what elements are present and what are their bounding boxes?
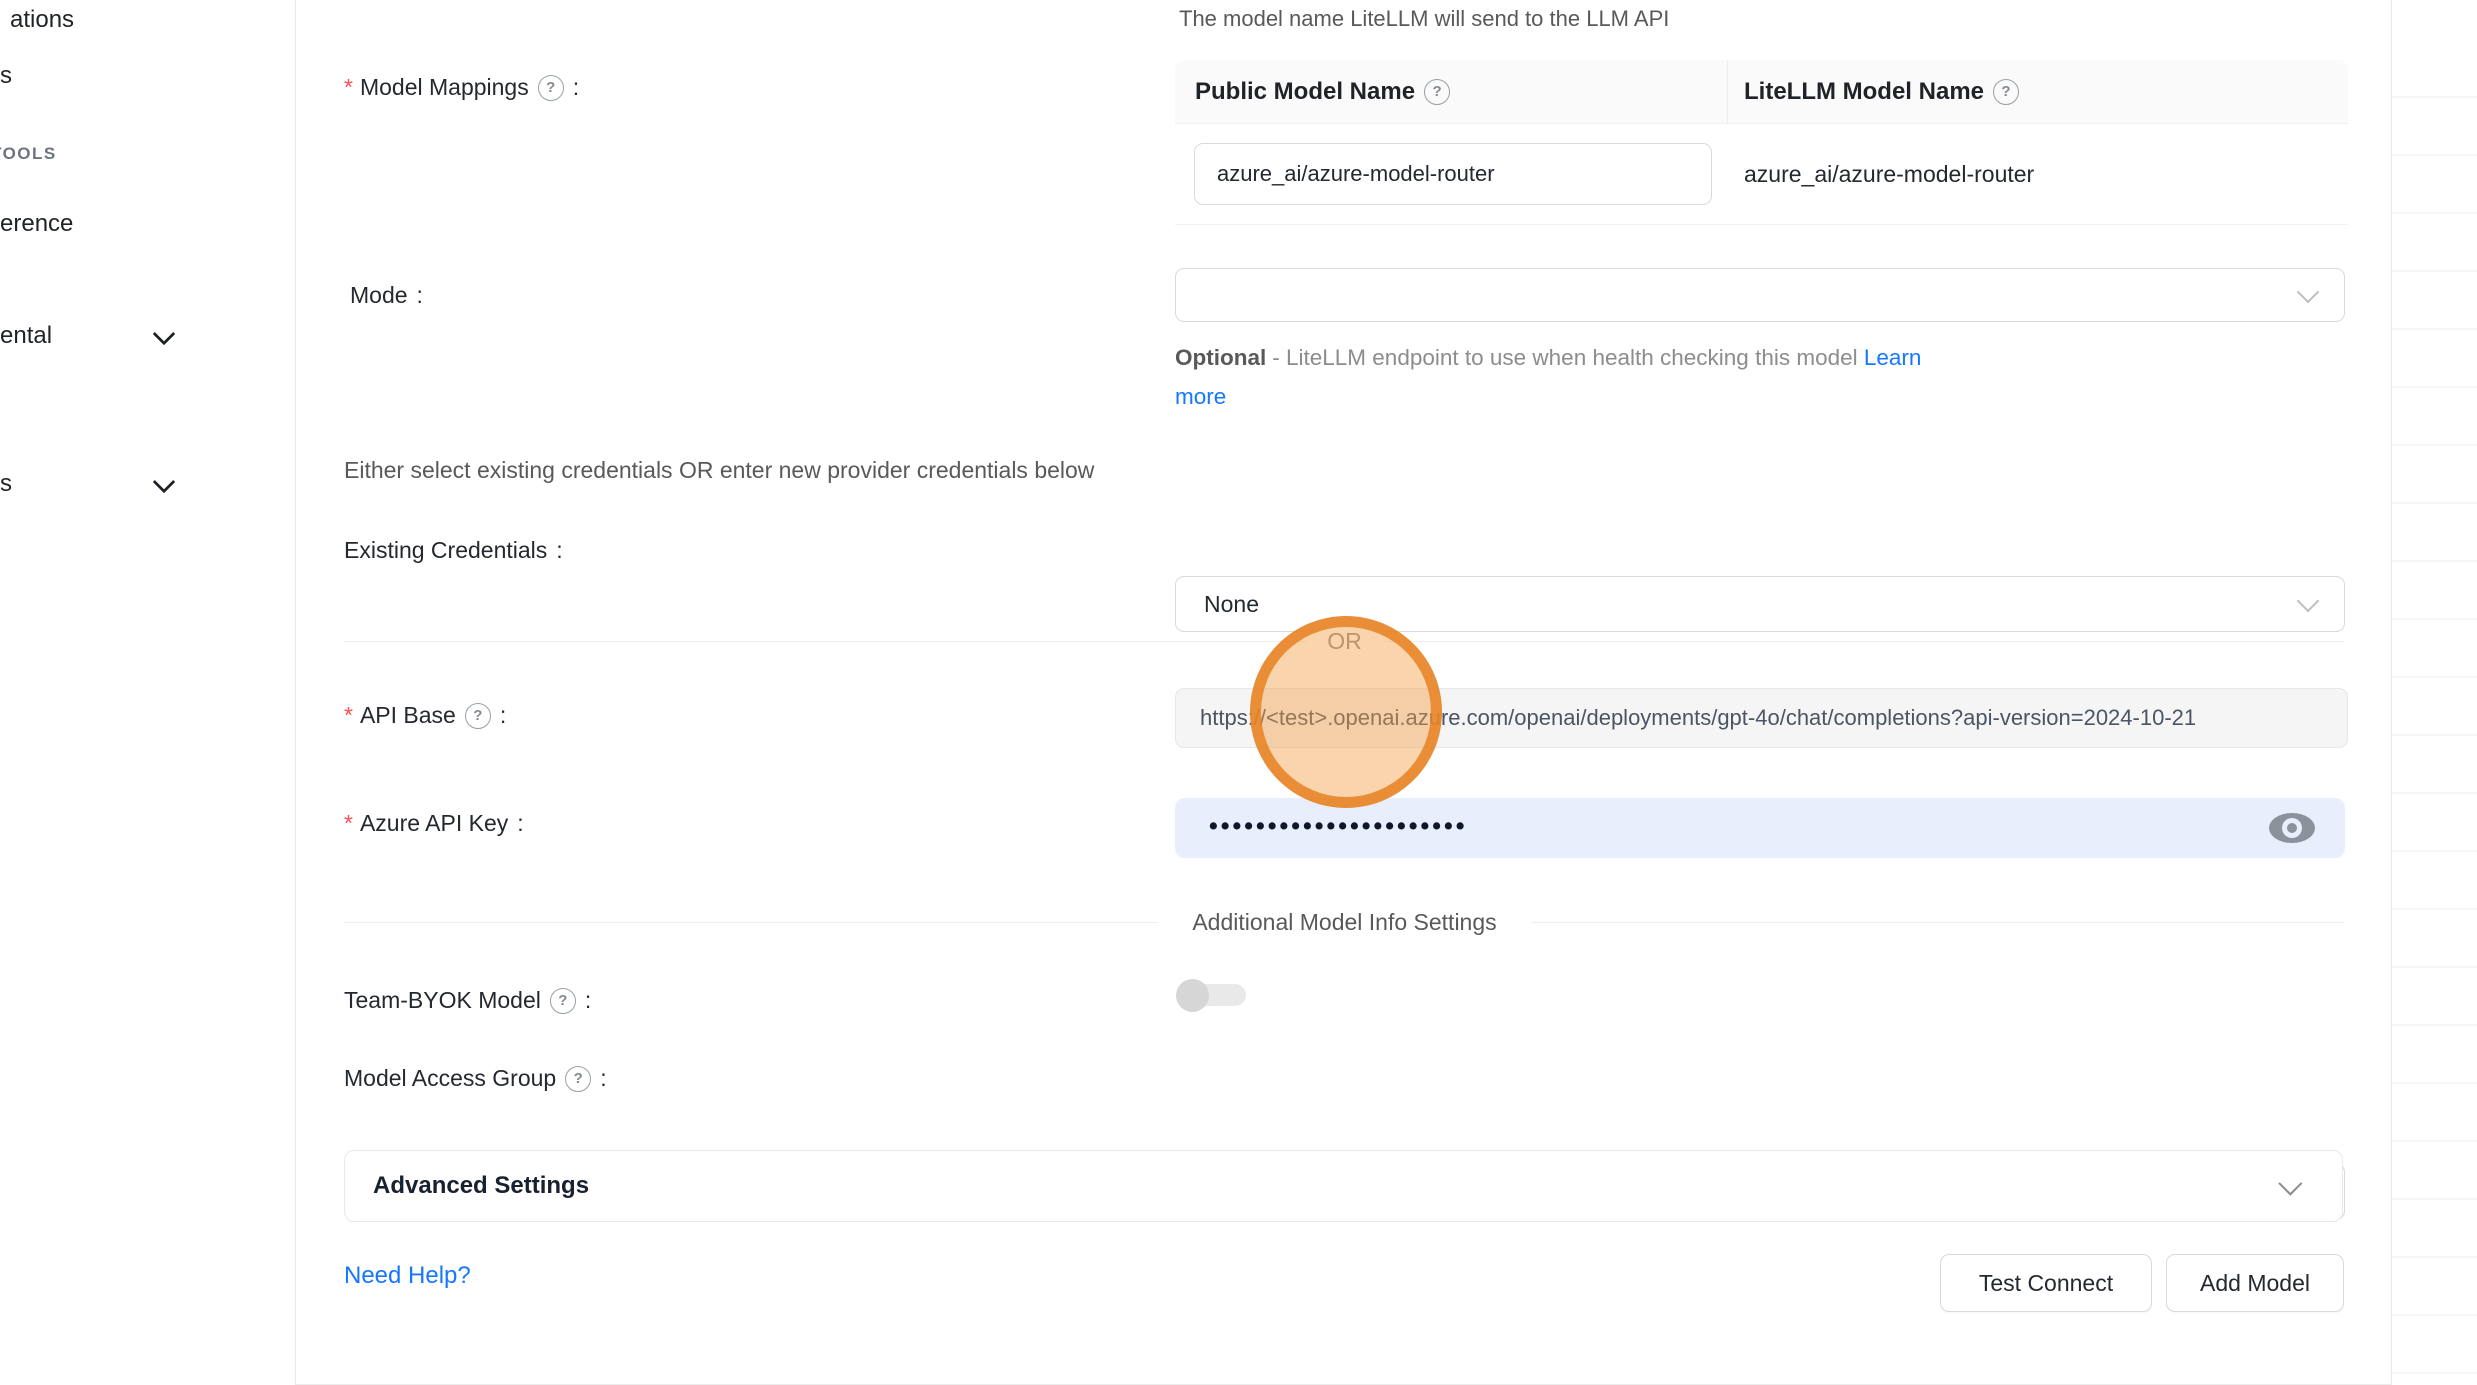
sidebar-item-settings[interactable]: s bbox=[0, 470, 12, 498]
label-colon: : bbox=[573, 74, 579, 101]
mode-hint-text: - LiteLLM endpoint to use when health ch… bbox=[1272, 345, 1857, 370]
sidebar: ations s TOOLS erence ental s bbox=[0, 0, 295, 1385]
public-model-name-header: Public Model Name ? bbox=[1175, 78, 1727, 106]
model-access-group-label: Model Access Group ? : bbox=[344, 1065, 607, 1092]
table-row: azure_ai/azure-model-router bbox=[1175, 124, 2348, 225]
sidebar-item-label: s bbox=[0, 62, 12, 89]
eye-icon[interactable] bbox=[2269, 813, 2315, 843]
masked-api-key: •••••••••••••••••••••• bbox=[1209, 812, 1468, 841]
table-header-row: Public Model Name ? LiteLLM Model Name ? bbox=[1175, 60, 2348, 124]
chevron-down-icon bbox=[2297, 590, 2320, 613]
existing-credentials-select[interactable]: None bbox=[1175, 576, 2345, 632]
litellm-model-name-value: azure_ai/azure-model-router bbox=[1727, 161, 2348, 188]
sidebar-item-label: ental bbox=[0, 322, 52, 349]
mode-hint: Optional- LiteLLM endpoint to use when h… bbox=[1175, 338, 1921, 416]
api-base-label: * API Base ? : bbox=[344, 702, 506, 729]
sidebar-item-organizations[interactable]: ations bbox=[10, 6, 74, 34]
toggle-knob bbox=[1176, 979, 1209, 1012]
azure-api-key-label: * Azure API Key : bbox=[344, 810, 524, 837]
api-base-input[interactable] bbox=[1175, 688, 2348, 748]
advanced-settings-label: Advanced Settings bbox=[373, 1172, 589, 1200]
help-icon[interactable]: ? bbox=[1993, 79, 2019, 105]
help-icon[interactable]: ? bbox=[1424, 79, 1450, 105]
sidebar-item-label: erence bbox=[0, 210, 73, 237]
help-icon[interactable]: ? bbox=[550, 988, 576, 1014]
add-model-form-card: The model name LiteLLM will send to the … bbox=[295, 0, 2392, 1385]
help-icon[interactable]: ? bbox=[465, 703, 491, 729]
required-asterisk: * bbox=[344, 74, 353, 101]
background-rows bbox=[2392, 40, 2477, 1385]
existing-credentials-value: None bbox=[1204, 591, 1259, 618]
sidebar-item-label: ations bbox=[10, 6, 74, 33]
litellm-model-name-header: LiteLLM Model Name ? bbox=[1727, 60, 2348, 123]
model-name-hint: The model name LiteLLM will send to the … bbox=[1179, 6, 1669, 32]
azure-api-key-field[interactable]: •••••••••••••••••••••• bbox=[1175, 798, 2345, 858]
or-divider: OR bbox=[344, 626, 2345, 656]
sidebar-item-label: s bbox=[0, 470, 12, 497]
chevron-down-icon[interactable] bbox=[153, 323, 176, 346]
mode-hint-bold: Optional bbox=[1175, 345, 1266, 370]
model-mappings-label: * Model Mappings ? : bbox=[344, 74, 579, 101]
need-help-link[interactable]: Need Help? bbox=[344, 1262, 471, 1290]
mode-label: Mode : bbox=[350, 282, 423, 309]
help-icon[interactable]: ? bbox=[538, 75, 564, 101]
learn-more-link[interactable]: more bbox=[1175, 384, 1226, 409]
sidebar-item-1[interactable]: s bbox=[0, 62, 12, 90]
sidebar-item-reference[interactable]: erence bbox=[0, 210, 73, 238]
additional-settings-divider: Additional Model Info Settings bbox=[344, 907, 2345, 937]
test-connect-button[interactable]: Test Connect bbox=[1940, 1254, 2152, 1312]
team-byok-toggle[interactable] bbox=[1176, 978, 1246, 1012]
sidebar-section-tools: TOOLS bbox=[0, 144, 57, 164]
required-asterisk: * bbox=[344, 810, 353, 837]
chevron-down-icon bbox=[2278, 1171, 2302, 1195]
required-asterisk: * bbox=[344, 702, 353, 729]
team-byok-label: Team-BYOK Model ? : bbox=[344, 987, 591, 1014]
advanced-settings-panel[interactable]: Advanced Settings bbox=[344, 1150, 2343, 1222]
mode-select[interactable] bbox=[1175, 268, 2345, 322]
model-mappings-table: Public Model Name ? LiteLLM Model Name ?… bbox=[1175, 60, 2348, 225]
credentials-note: Either select existing credentials OR en… bbox=[344, 457, 1094, 484]
chevron-down-icon bbox=[2297, 281, 2320, 304]
add-model-page: { "colors": { "link": "#1677ff", "requir… bbox=[0, 0, 2477, 1385]
add-model-button[interactable]: Add Model bbox=[2166, 1254, 2344, 1312]
chevron-down-icon[interactable] bbox=[153, 471, 176, 494]
sidebar-item-experimental[interactable]: ental bbox=[0, 322, 52, 350]
public-model-name-input[interactable] bbox=[1194, 143, 1712, 205]
help-icon[interactable]: ? bbox=[565, 1066, 591, 1092]
existing-credentials-label: Existing Credentials : bbox=[344, 537, 563, 564]
learn-more-link[interactable]: Learn bbox=[1864, 345, 1922, 370]
